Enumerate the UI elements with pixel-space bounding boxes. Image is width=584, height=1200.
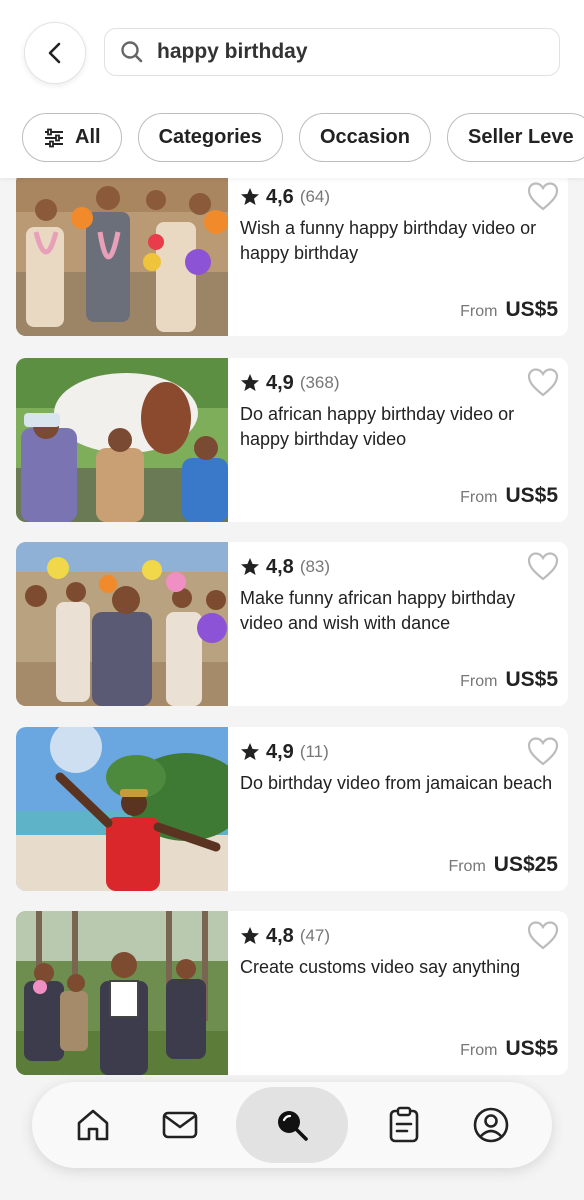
filter-seller-level-chip[interactable]: Seller Leve — [446, 113, 584, 162]
gig-card[interactable]: 4,8 (47) Create customs video say anythi… — [16, 911, 568, 1075]
bottom-tab-bar — [32, 1082, 552, 1168]
star-icon — [241, 558, 259, 575]
gig-rating: 4,6 (64) — [240, 182, 558, 212]
rating-value: 4,8 — [266, 555, 294, 578]
chip-label: Seller Leve — [467, 126, 574, 148]
gig-info: 4,9 (11) Do birthday video from jamaican… — [228, 727, 568, 891]
gig-rating: 4,9 (368) — [240, 368, 558, 398]
search-bar[interactable] — [104, 28, 560, 76]
gig-title: Do birthday video from jamaican beach — [240, 773, 553, 793]
gig-info: 4,8 (47) Create customs video say anythi… — [228, 911, 568, 1075]
review-count: (64) — [299, 187, 331, 206]
gig-title: Do african happy birthday video or happy… — [240, 404, 515, 449]
price-from-label: From — [448, 858, 486, 875]
back-button[interactable] — [24, 22, 86, 84]
chip-label: Occasion — [319, 126, 410, 148]
heart-icon[interactable] — [526, 550, 560, 584]
gig-price: From US$5 — [460, 668, 558, 692]
sliders-icon — [45, 128, 63, 147]
price-from-label: From — [460, 489, 498, 506]
gig-card[interactable]: 4,9 (368) Do african happy birthday vide… — [16, 358, 568, 522]
gig-rating: 4,8 (47) — [240, 921, 558, 951]
gig-info: 4,8 (83) Make funny african happy birthd… — [228, 542, 568, 706]
gig-thumbnail — [16, 911, 228, 1075]
filter-chips: All Categories Occasion Seller Leve — [22, 113, 584, 163]
filter-occasion-chip[interactable]: Occasion — [298, 113, 431, 162]
heart-icon[interactable] — [526, 180, 560, 214]
filter-categories-chip[interactable]: Categories — [137, 113, 283, 162]
star-icon — [241, 743, 259, 760]
review-count: (11) — [299, 742, 329, 761]
gig-thumbnail — [16, 542, 228, 706]
tab-profile[interactable] — [461, 1095, 521, 1155]
header: All Categories Occasion Seller Leve — [0, 0, 584, 178]
gig-info: 4,9 (368) Do african happy birthday vide… — [228, 358, 568, 522]
heart-icon[interactable] — [526, 919, 560, 953]
gig-title: Make funny african happy birthday video … — [240, 588, 516, 633]
price-amount: US$25 — [493, 853, 558, 876]
rating-value: 4,9 — [266, 371, 294, 394]
home-icon — [77, 1109, 109, 1141]
heart-icon[interactable] — [526, 735, 560, 769]
tab-orders[interactable] — [374, 1095, 434, 1155]
profile-icon — [473, 1107, 509, 1143]
gig-rating: 4,8 (83) — [240, 552, 558, 582]
gig-thumbnail — [16, 358, 228, 522]
review-count: (83) — [299, 557, 331, 576]
gig-title: Wish a funny happy birthday video or hap… — [240, 218, 537, 263]
review-count: (47) — [299, 926, 331, 945]
star-icon — [241, 188, 259, 205]
price-amount: US$5 — [505, 484, 558, 507]
inbox-icon — [162, 1111, 197, 1139]
star-icon — [241, 374, 259, 391]
chip-label: Categories — [158, 126, 262, 148]
rating-value: 4,8 — [266, 924, 294, 947]
gig-info: 4,6 (64) Wish a funny happy birthday vid… — [228, 172, 568, 336]
gig-thumbnail — [16, 727, 228, 891]
search-icon — [121, 41, 143, 63]
price-from-label: From — [460, 1042, 498, 1059]
chip-label: All — [75, 126, 101, 148]
price-amount: US$5 — [505, 668, 558, 691]
heart-icon[interactable] — [526, 366, 560, 400]
gig-card[interactable]: 4,8 (83) Make funny african happy birthd… — [16, 542, 568, 706]
tab-inbox[interactable] — [150, 1095, 210, 1155]
price-amount: US$5 — [505, 298, 558, 321]
price-from-label: From — [460, 673, 498, 690]
search-icon — [277, 1111, 308, 1141]
filter-all-chip[interactable]: All — [22, 113, 122, 162]
gig-card[interactable]: 4,6 (64) Wish a funny happy birthday vid… — [16, 172, 568, 336]
tab-search[interactable] — [235, 1087, 348, 1163]
price-from-label: From — [460, 303, 498, 320]
rating-value: 4,6 — [266, 185, 294, 208]
rating-value: 4,9 — [266, 740, 294, 763]
price-amount: US$5 — [505, 1037, 558, 1060]
chevron-left-icon — [48, 42, 61, 64]
gig-price: From US$5 — [460, 298, 558, 322]
review-count: (368) — [299, 373, 340, 392]
tab-home[interactable] — [63, 1095, 123, 1155]
gig-price: From US$5 — [460, 484, 558, 508]
search-input[interactable] — [157, 40, 537, 64]
gig-card[interactable]: 4,9 (11) Do birthday video from jamaican… — [16, 727, 568, 891]
gig-title: Create customs video say anything — [240, 957, 521, 977]
gig-price: From US$5 — [460, 1037, 558, 1061]
orders-icon — [390, 1106, 419, 1143]
gig-price: From US$25 — [448, 853, 558, 877]
star-icon — [241, 927, 259, 944]
gig-rating: 4,9 (11) — [240, 737, 558, 767]
gig-thumbnail — [16, 172, 228, 336]
